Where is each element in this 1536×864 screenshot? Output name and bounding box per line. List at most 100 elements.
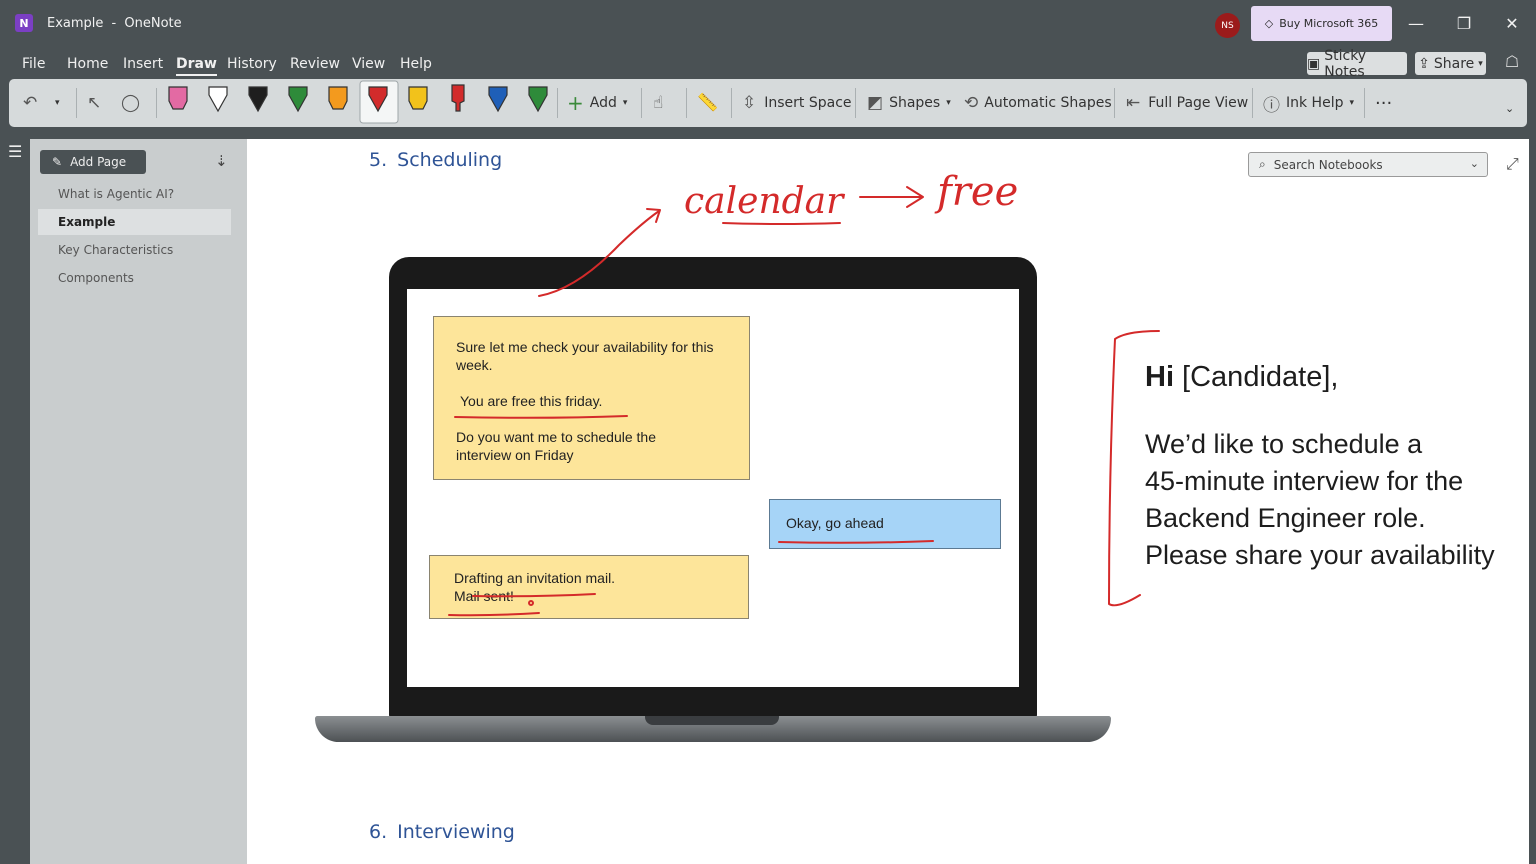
page-item-components[interactable]: Components [58, 271, 134, 285]
pen-gallery[interactable] [164, 79, 564, 127]
page-item-key-characteristics[interactable]: Key Characteristics [58, 243, 173, 257]
close-icon[interactable]: ✕ [1492, 8, 1532, 38]
pen-swatch-7[interactable] [408, 86, 428, 110]
help-circle-icon: ⓘ [1263, 95, 1280, 116]
full-page-view-button[interactable]: ⇤ Full Page View [1126, 79, 1248, 127]
ink-to-shape-button[interactable]: ☝ [653, 79, 663, 127]
pen-swatch-4[interactable] [288, 86, 308, 113]
menu-bar: File Home Insert Draw History Review Vie… [0, 48, 1536, 78]
insert-space-button[interactable]: ⇳ Insert Space [742, 79, 852, 127]
sticky-notes-button[interactable]: ▣ Sticky Notes [1307, 48, 1407, 80]
page-item-what-is-agentic-ai[interactable]: What is Agentic AI? [58, 187, 174, 201]
window-title: Example - OneNote [47, 16, 182, 31]
pen-swatch-5[interactable] [328, 86, 348, 110]
minimize-icon[interactable]: — [1396, 8, 1436, 38]
ink-help-label: Ink Help [1286, 95, 1344, 111]
add-label: Add [589, 95, 617, 111]
select-tool-button[interactable]: ↖ [87, 79, 101, 127]
ink-word-free: free [934, 169, 1018, 215]
share-button[interactable]: ⇪ Share ▾ [1415, 52, 1486, 75]
menu-draw[interactable]: Draw [176, 56, 217, 76]
chevron-down-icon: ▾ [622, 98, 628, 108]
menu-review[interactable]: Review [290, 56, 340, 72]
user-avatar[interactable]: NS [1215, 13, 1240, 38]
sticky-note-icon: ▣ [1307, 55, 1321, 72]
menu-view[interactable]: View [352, 56, 385, 72]
bubble-text: Mail sent! [454, 588, 514, 604]
undo-button[interactable]: ↶ [23, 79, 37, 127]
bot-message-availability: Sure let me check your availability for … [433, 316, 750, 480]
menu-file[interactable]: File [22, 56, 45, 72]
pen-swatch-2[interactable] [208, 86, 228, 113]
bubble-text: Okay, go ahead [786, 515, 884, 531]
app-name: OneNote [124, 16, 182, 31]
share-icon: ⇪ [1418, 55, 1430, 72]
pen-swatch-10[interactable] [528, 86, 548, 113]
add-page-button[interactable]: ✎ Add Page [40, 150, 146, 174]
pen-swatch-1[interactable] [168, 86, 188, 110]
ruler-button[interactable]: 📏 [697, 79, 718, 127]
automatic-shapes-button[interactable]: ⟲ Automatic Shapes [964, 79, 1112, 127]
ink-help-button[interactable]: ⓘ Ink Help ▾ [1263, 79, 1354, 127]
insert-space-icon: ⇳ [742, 93, 757, 113]
section-title: Scheduling [397, 149, 503, 171]
pen-swatch-3[interactable] [248, 86, 268, 113]
title-bar: N Example - OneNote NS ◇ Buy Microsoft 3… [0, 0, 1536, 48]
email-greeting-bold: Hi [1145, 361, 1174, 393]
menu-insert[interactable]: Insert [123, 56, 163, 72]
lasso-tool-button[interactable]: ◯ [121, 79, 140, 127]
diamond-icon: ◇ [1264, 17, 1274, 30]
ink-arrowhead [646, 208, 661, 223]
bubble-text: Drafting an invitation mail. [454, 570, 616, 586]
onenote-app-icon: N [15, 14, 33, 32]
menu-help[interactable]: Help [400, 56, 432, 72]
email-line: We’d like to schedule a [1145, 429, 1423, 459]
more-options-button[interactable]: ··· [1375, 79, 1392, 127]
feedback-icon[interactable]: ☖ [1500, 52, 1524, 76]
bubble-text: Do you want me to schedule the [456, 429, 657, 445]
search-notebooks-input[interactable]: ⌕ Search Notebooks ⌄ [1248, 152, 1488, 177]
ink-word-calendar: calendar [684, 181, 845, 222]
ribbon-divider [156, 88, 157, 118]
sort-pages-icon[interactable]: ⇣ [215, 152, 228, 170]
ribbon-divider [731, 88, 732, 118]
expand-icon[interactable]: ⤢ [1506, 154, 1519, 174]
sticky-notes-label: Sticky Notes [1324, 47, 1367, 80]
email-greeting: Hi [Candidate], [1145, 361, 1338, 394]
share-label: Share [1433, 55, 1475, 72]
ribbon-divider [76, 88, 77, 118]
page-item-example[interactable]: Example [38, 209, 231, 235]
section-number: 6. [369, 821, 388, 843]
ribbon-collapse-icon[interactable]: ⌄ [1505, 93, 1514, 123]
lasso-icon: ◯ [121, 93, 141, 113]
buy-microsoft-365-button[interactable]: ◇ Buy Microsoft 365 [1251, 6, 1392, 41]
ribbon-divider [641, 88, 642, 118]
chevron-down-icon: ▾ [55, 98, 60, 108]
shapes-button[interactable]: ◩ Shapes ▾ [867, 79, 951, 127]
touch-draw-icon: ☝ [653, 93, 664, 113]
section-title: Interviewing [397, 821, 515, 843]
ruler-icon: 📏 [697, 93, 719, 113]
ink-arrowhead [906, 186, 924, 208]
ribbon-divider [855, 88, 856, 118]
menu-history[interactable]: History [227, 56, 277, 72]
email-body: We’d like to schedule a 45-minute interv… [1145, 426, 1529, 574]
bubble-text: Sure let me check your availability for … [456, 339, 714, 355]
hamburger-menu-icon[interactable]: ☰ [8, 142, 22, 161]
pen-swatch-6[interactable] [359, 80, 399, 124]
menu-home[interactable]: Home [67, 56, 108, 72]
email-greeting-rest: [Candidate], [1174, 361, 1339, 393]
email-line: Backend Engineer role. [1145, 503, 1426, 533]
ribbon-divider [557, 88, 558, 118]
ribbon-divider [1364, 88, 1365, 118]
laptop-trackpad-notch [645, 716, 779, 725]
pen-swatch-8[interactable] [451, 84, 465, 112]
ribbon-divider [1252, 88, 1253, 118]
restore-icon[interactable]: ❐ [1444, 8, 1484, 38]
cursor-arrow-icon: ↖ [87, 93, 102, 113]
pen-swatch-9[interactable] [488, 86, 508, 113]
bot-message-mail-sent: Drafting an invitation mail. Mail sent! [429, 555, 749, 619]
note-canvas[interactable]: 5. Scheduling ⌕ Search Notebooks ⌄ ⤢ Sure… [247, 139, 1529, 864]
add-pen-button[interactable]: + Add ▾ [567, 79, 627, 127]
undo-dropdown[interactable]: ▾ [55, 79, 60, 127]
